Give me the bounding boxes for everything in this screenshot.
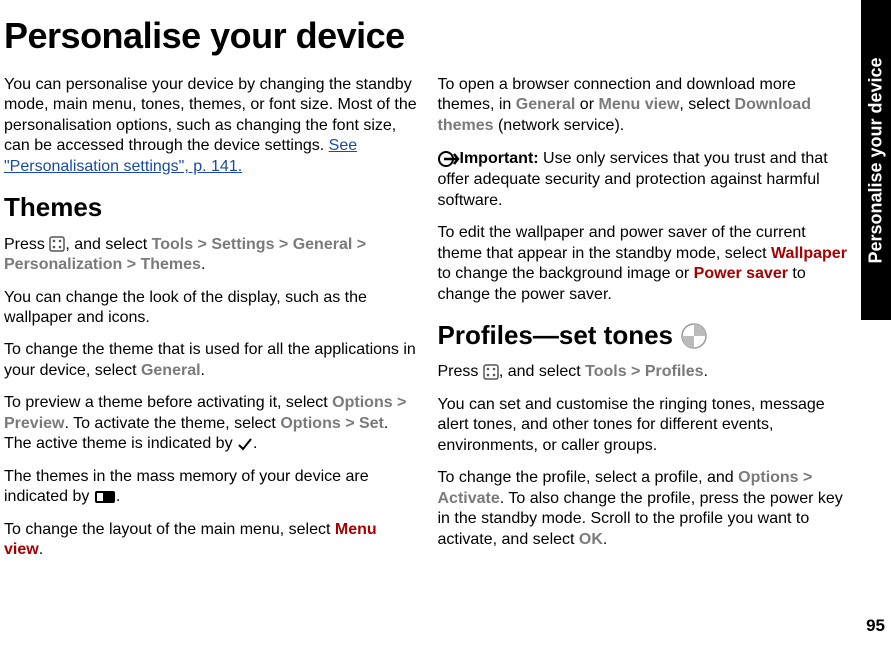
sep: > <box>393 394 407 411</box>
text: . <box>603 531 607 548</box>
nav-options: Options <box>332 394 392 411</box>
intro-paragraph: You can personalise your device by chang… <box>4 75 418 177</box>
sep: > <box>352 236 366 253</box>
text: . <box>253 435 257 452</box>
side-tab: Personalise your device <box>861 0 891 320</box>
nav-personalization: Personalization <box>4 256 122 273</box>
themes-press-line: Press , and select Tools > Settings > Ge… <box>4 235 418 276</box>
text: , select <box>679 96 734 113</box>
themes-p4: The themes in the mass memory of your de… <box>4 467 418 508</box>
text: to change the background image or <box>438 265 694 282</box>
nav-tools: Tools <box>585 363 626 380</box>
option-menu-view: Menu view <box>598 96 679 113</box>
nav-preview: Preview <box>4 415 64 432</box>
profiles-p1: You can set and customise the ringing to… <box>438 395 852 456</box>
option-wallpaper: Wallpaper <box>771 245 847 262</box>
text: . <box>116 488 120 505</box>
column-left: You can personalise your device by chang… <box>4 75 418 573</box>
option-general: General <box>516 96 576 113</box>
side-tab-label: Personalise your device <box>866 57 887 263</box>
text: , and select <box>65 236 151 253</box>
text: . <box>201 256 205 273</box>
download-themes-p: To open a browser connection and downloa… <box>438 75 852 136</box>
menu-view-p: To change the layout of the main menu, s… <box>4 520 418 561</box>
text: To change the layout of the main menu, s… <box>4 521 335 538</box>
text: (network service). <box>494 117 625 134</box>
nav-activate: Activate <box>438 490 500 507</box>
text: . To activate the theme, select <box>64 415 280 432</box>
profiles-heading-text: Profiles—set tones <box>438 319 674 352</box>
option-ok: OK <box>579 531 603 548</box>
text: The themes in the mass memory of your de… <box>4 468 369 505</box>
columns: You can personalise your device by chang… <box>4 75 851 573</box>
themes-heading: Themes <box>4 191 418 224</box>
text: . <box>201 362 205 379</box>
sep: > <box>799 469 813 486</box>
text: . <box>39 541 43 558</box>
text: To preview a theme before activating it,… <box>4 394 332 411</box>
important-label: Important: <box>460 151 544 168</box>
themes-p3: To preview a theme before activating it,… <box>4 393 418 454</box>
mass-memory-icon <box>94 490 116 504</box>
sep: > <box>274 236 292 253</box>
menu-key-icon <box>49 236 65 252</box>
sep: > <box>627 363 645 380</box>
nav-options: Options <box>280 415 340 432</box>
sep: > <box>341 415 359 432</box>
text: , and select <box>499 363 585 380</box>
nav-tools: Tools <box>152 236 193 253</box>
nav-profiles: Profiles <box>645 363 704 380</box>
text: To change the profile, select a profile,… <box>438 469 739 486</box>
text: To change the theme that is used for all… <box>4 341 416 378</box>
profiles-icon <box>681 323 707 349</box>
nav-themes: Themes <box>140 256 200 273</box>
text: or <box>575 96 598 113</box>
themes-p1: You can change the look of the display, … <box>4 288 418 329</box>
nav-general: General <box>293 236 353 253</box>
important-icon <box>438 148 460 170</box>
menu-key-icon <box>483 364 499 380</box>
option-general: General <box>141 362 201 379</box>
text: Press <box>4 236 49 253</box>
themes-p2: To change the theme that is used for all… <box>4 340 418 381</box>
page-title: Personalise your device <box>4 15 851 57</box>
nav-options: Options <box>738 469 798 486</box>
text: . <box>704 363 708 380</box>
page: Personalise your device 95 Personalise y… <box>0 0 891 651</box>
profiles-heading: Profiles—set tones <box>438 319 852 352</box>
nav-set: Set <box>359 415 384 432</box>
wallpaper-p: To edit the wallpaper and power saver of… <box>438 223 852 305</box>
profiles-p2: To change the profile, select a profile,… <box>438 468 852 550</box>
sep: > <box>193 236 211 253</box>
checkmark-icon <box>237 437 253 451</box>
column-right: To open a browser connection and downloa… <box>438 75 852 573</box>
text: To edit the wallpaper and power saver of… <box>438 224 806 261</box>
option-power-saver: Power saver <box>694 265 788 282</box>
profiles-press-line: Press , and select Tools > Profiles. <box>438 362 852 382</box>
important-p: Important: Use only services that you tr… <box>438 148 852 211</box>
nav-settings: Settings <box>211 236 274 253</box>
page-number: 95 <box>866 616 885 636</box>
text: Press <box>438 363 483 380</box>
sep: > <box>122 256 140 273</box>
